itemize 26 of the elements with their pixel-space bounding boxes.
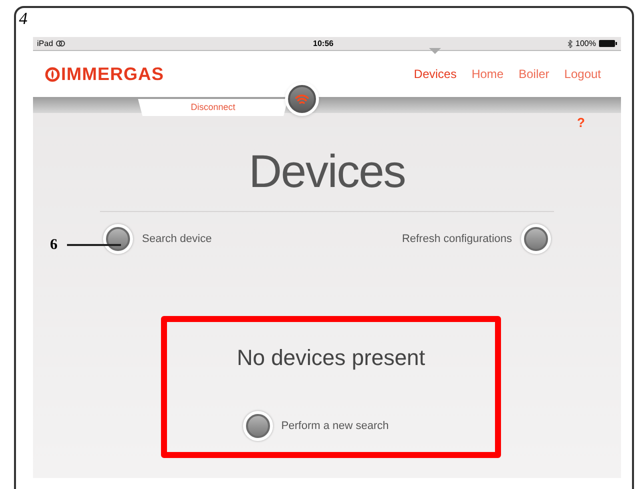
nav-link[interactable]: Home (472, 65, 504, 83)
battery-icon (599, 40, 617, 47)
help-button[interactable]: ? (577, 113, 585, 132)
action-label: Search device (142, 232, 212, 247)
bluetooth-icon (568, 40, 573, 48)
nav-link[interactable]: Boiler (518, 65, 550, 83)
nav-link[interactable]: Devices (414, 65, 457, 83)
disconnect-tab[interactable]: Disconnect (138, 99, 288, 116)
device-name: iPad (37, 38, 54, 50)
search-device-button[interactable] (103, 224, 133, 254)
page-title: Devices (248, 144, 406, 199)
wifi-icon (295, 94, 309, 104)
sync-icon (56, 40, 66, 47)
leader-line (67, 244, 121, 246)
empty-message: No devices present (236, 344, 426, 372)
clock: 10:56 (313, 38, 334, 50)
callout-number: 6 (50, 236, 58, 255)
figure-number: 4 (19, 10, 28, 27)
logo: IMMERGAS (45, 60, 164, 88)
current-page-pointer (429, 48, 442, 54)
new-search-button[interactable] (243, 411, 274, 441)
action-label: Perform a new search (281, 418, 389, 434)
battery-percent: 100% (576, 38, 596, 50)
nav-link[interactable]: Logout (564, 65, 601, 83)
refresh-button[interactable] (521, 224, 551, 254)
action-label: Refresh configurations (402, 232, 512, 247)
